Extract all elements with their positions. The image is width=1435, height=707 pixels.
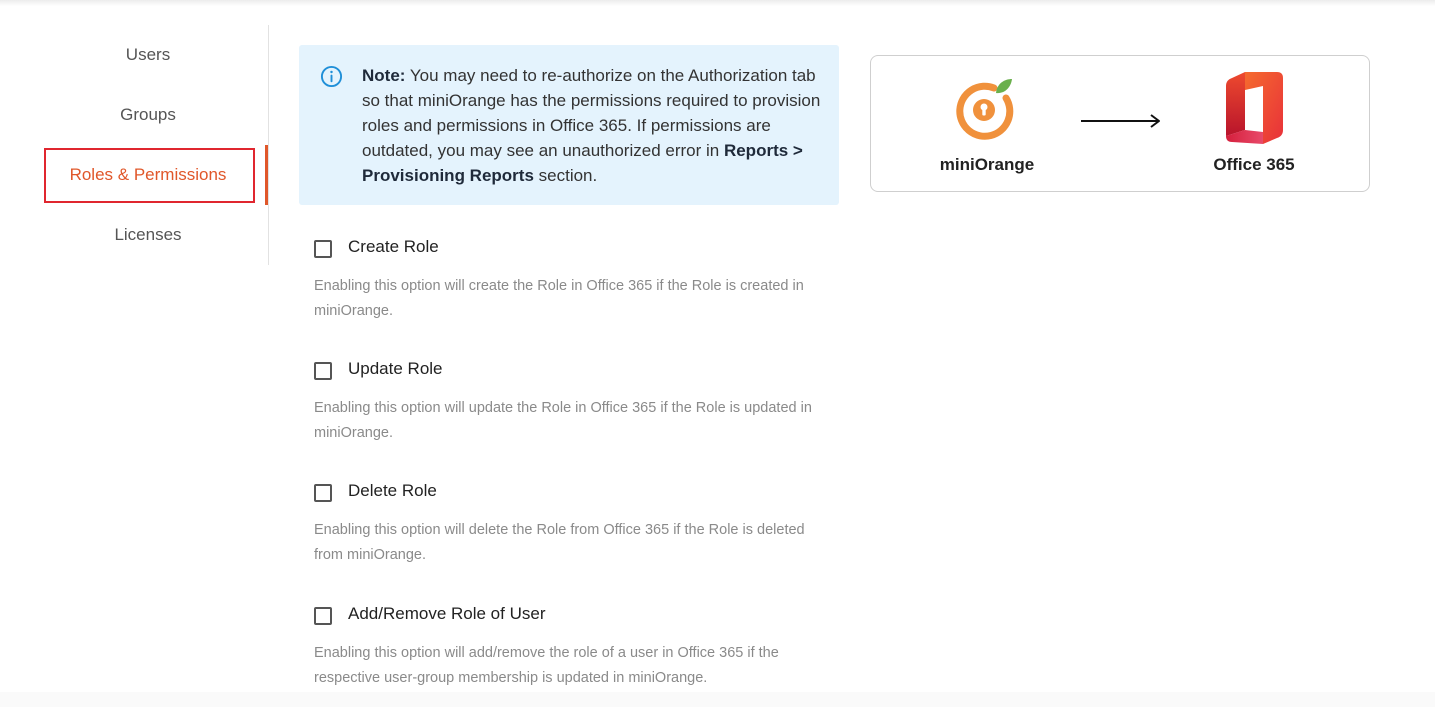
active-item-indicator [265, 145, 268, 205]
option-description: Enabling this option will create the Rol… [314, 278, 804, 319]
option-title: Add/Remove Role of User [348, 604, 546, 623]
delete-role-checkbox[interactable] [314, 484, 332, 502]
option-description: Enabling this option will delete the Rol… [314, 522, 805, 563]
sidebar-item-users[interactable]: Users [28, 25, 268, 85]
note-label: Note: [362, 66, 406, 85]
sidebar-nav: Users Groups Roles & Permissions License… [28, 25, 269, 265]
footer-shade [0, 692, 1435, 707]
update-role-checkbox[interactable] [314, 362, 332, 380]
info-icon [320, 65, 343, 88]
note-body-2: section. [533, 166, 598, 185]
sidebar-item-label: Users [125, 45, 171, 64]
option-description: Enabling this option will add/remove the… [314, 645, 779, 686]
target-name: Office 365 [1213, 155, 1295, 174]
create-role-checkbox[interactable] [314, 240, 332, 258]
source-name: miniOrange [939, 155, 1035, 174]
sidebar-item-label: Licenses [114, 225, 182, 244]
option-title: Delete Role [348, 481, 437, 500]
office365-logo [1226, 72, 1283, 144]
option-title: Update Role [348, 359, 443, 378]
sidebar-item-label: Groups [120, 105, 176, 124]
arrow-right-icon [1081, 114, 1160, 128]
sidebar-item-licenses[interactable]: Licenses [28, 205, 268, 265]
integration-card: miniOrange Office 365 [870, 55, 1370, 192]
note-box: Note: You may need to re-authorize on th… [299, 45, 839, 205]
option-description: Enabling this option will update the Rol… [314, 400, 812, 441]
top-shadow [0, 0, 1435, 6]
miniorange-logo [956, 79, 1014, 140]
option-title: Create Role [348, 237, 439, 256]
add-remove-role-checkbox[interactable] [314, 607, 332, 625]
note-text: Note: You may need to re-authorize on th… [362, 63, 827, 188]
active-item-highlight [44, 148, 255, 203]
sidebar-item-groups[interactable]: Groups [28, 85, 268, 145]
